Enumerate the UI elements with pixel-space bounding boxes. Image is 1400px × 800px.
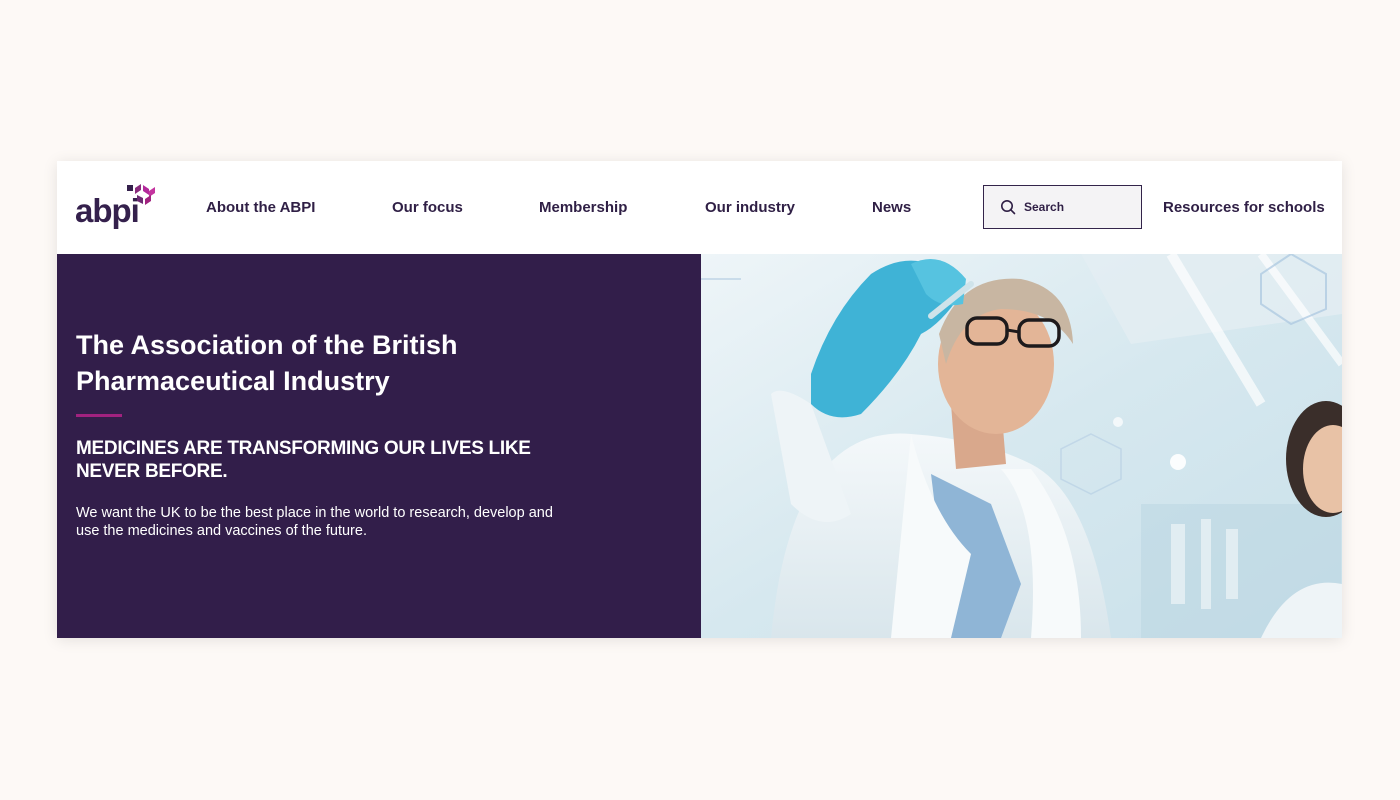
nav-our-focus[interactable]: Our focus (392, 161, 463, 254)
page-frame: abpi About the ABPI Our focus Membership… (57, 161, 1342, 638)
nav-about-label: About the ABPI (206, 199, 316, 216)
nav-our-industry[interactable]: Our industry (705, 161, 795, 254)
nav-membership[interactable]: Membership (539, 161, 627, 254)
search-input[interactable] (1022, 199, 1136, 215)
hero-subtitle: MEDICINES ARE TRANSFORMING OUR LIVES LIK… (76, 438, 531, 482)
nav-news-label: News (872, 199, 912, 216)
search-icon (1001, 200, 1016, 215)
nav-news[interactable]: News (872, 161, 911, 254)
nav-membership-label: Membership (539, 199, 628, 216)
search-box[interactable] (983, 185, 1142, 229)
nav-resources-for-schools[interactable]: Resources for schools (1163, 161, 1325, 254)
abpi-logo[interactable]: abpi (75, 183, 161, 235)
nav-resources-label: Resources for schools (1163, 199, 1325, 216)
hero-image-scientist (701, 254, 1342, 638)
site-header: abpi About the ABPI Our focus Membership… (57, 161, 1342, 254)
hero-body-text: We want the UK to be the best place in t… (76, 505, 553, 539)
hero-illustration (701, 254, 1342, 638)
hero-panel: The Association of the British Pharmaceu… (57, 254, 701, 638)
logo-mark-icon (127, 184, 155, 205)
hero-divider (76, 414, 122, 417)
nav-our-industry-label: Our industry (705, 199, 796, 216)
nav-our-focus-label: Our focus (392, 199, 463, 216)
nav-about-the-abpi[interactable]: About the ABPI (206, 161, 315, 254)
hero-title: The Association of the British Pharmaceu… (76, 330, 458, 396)
